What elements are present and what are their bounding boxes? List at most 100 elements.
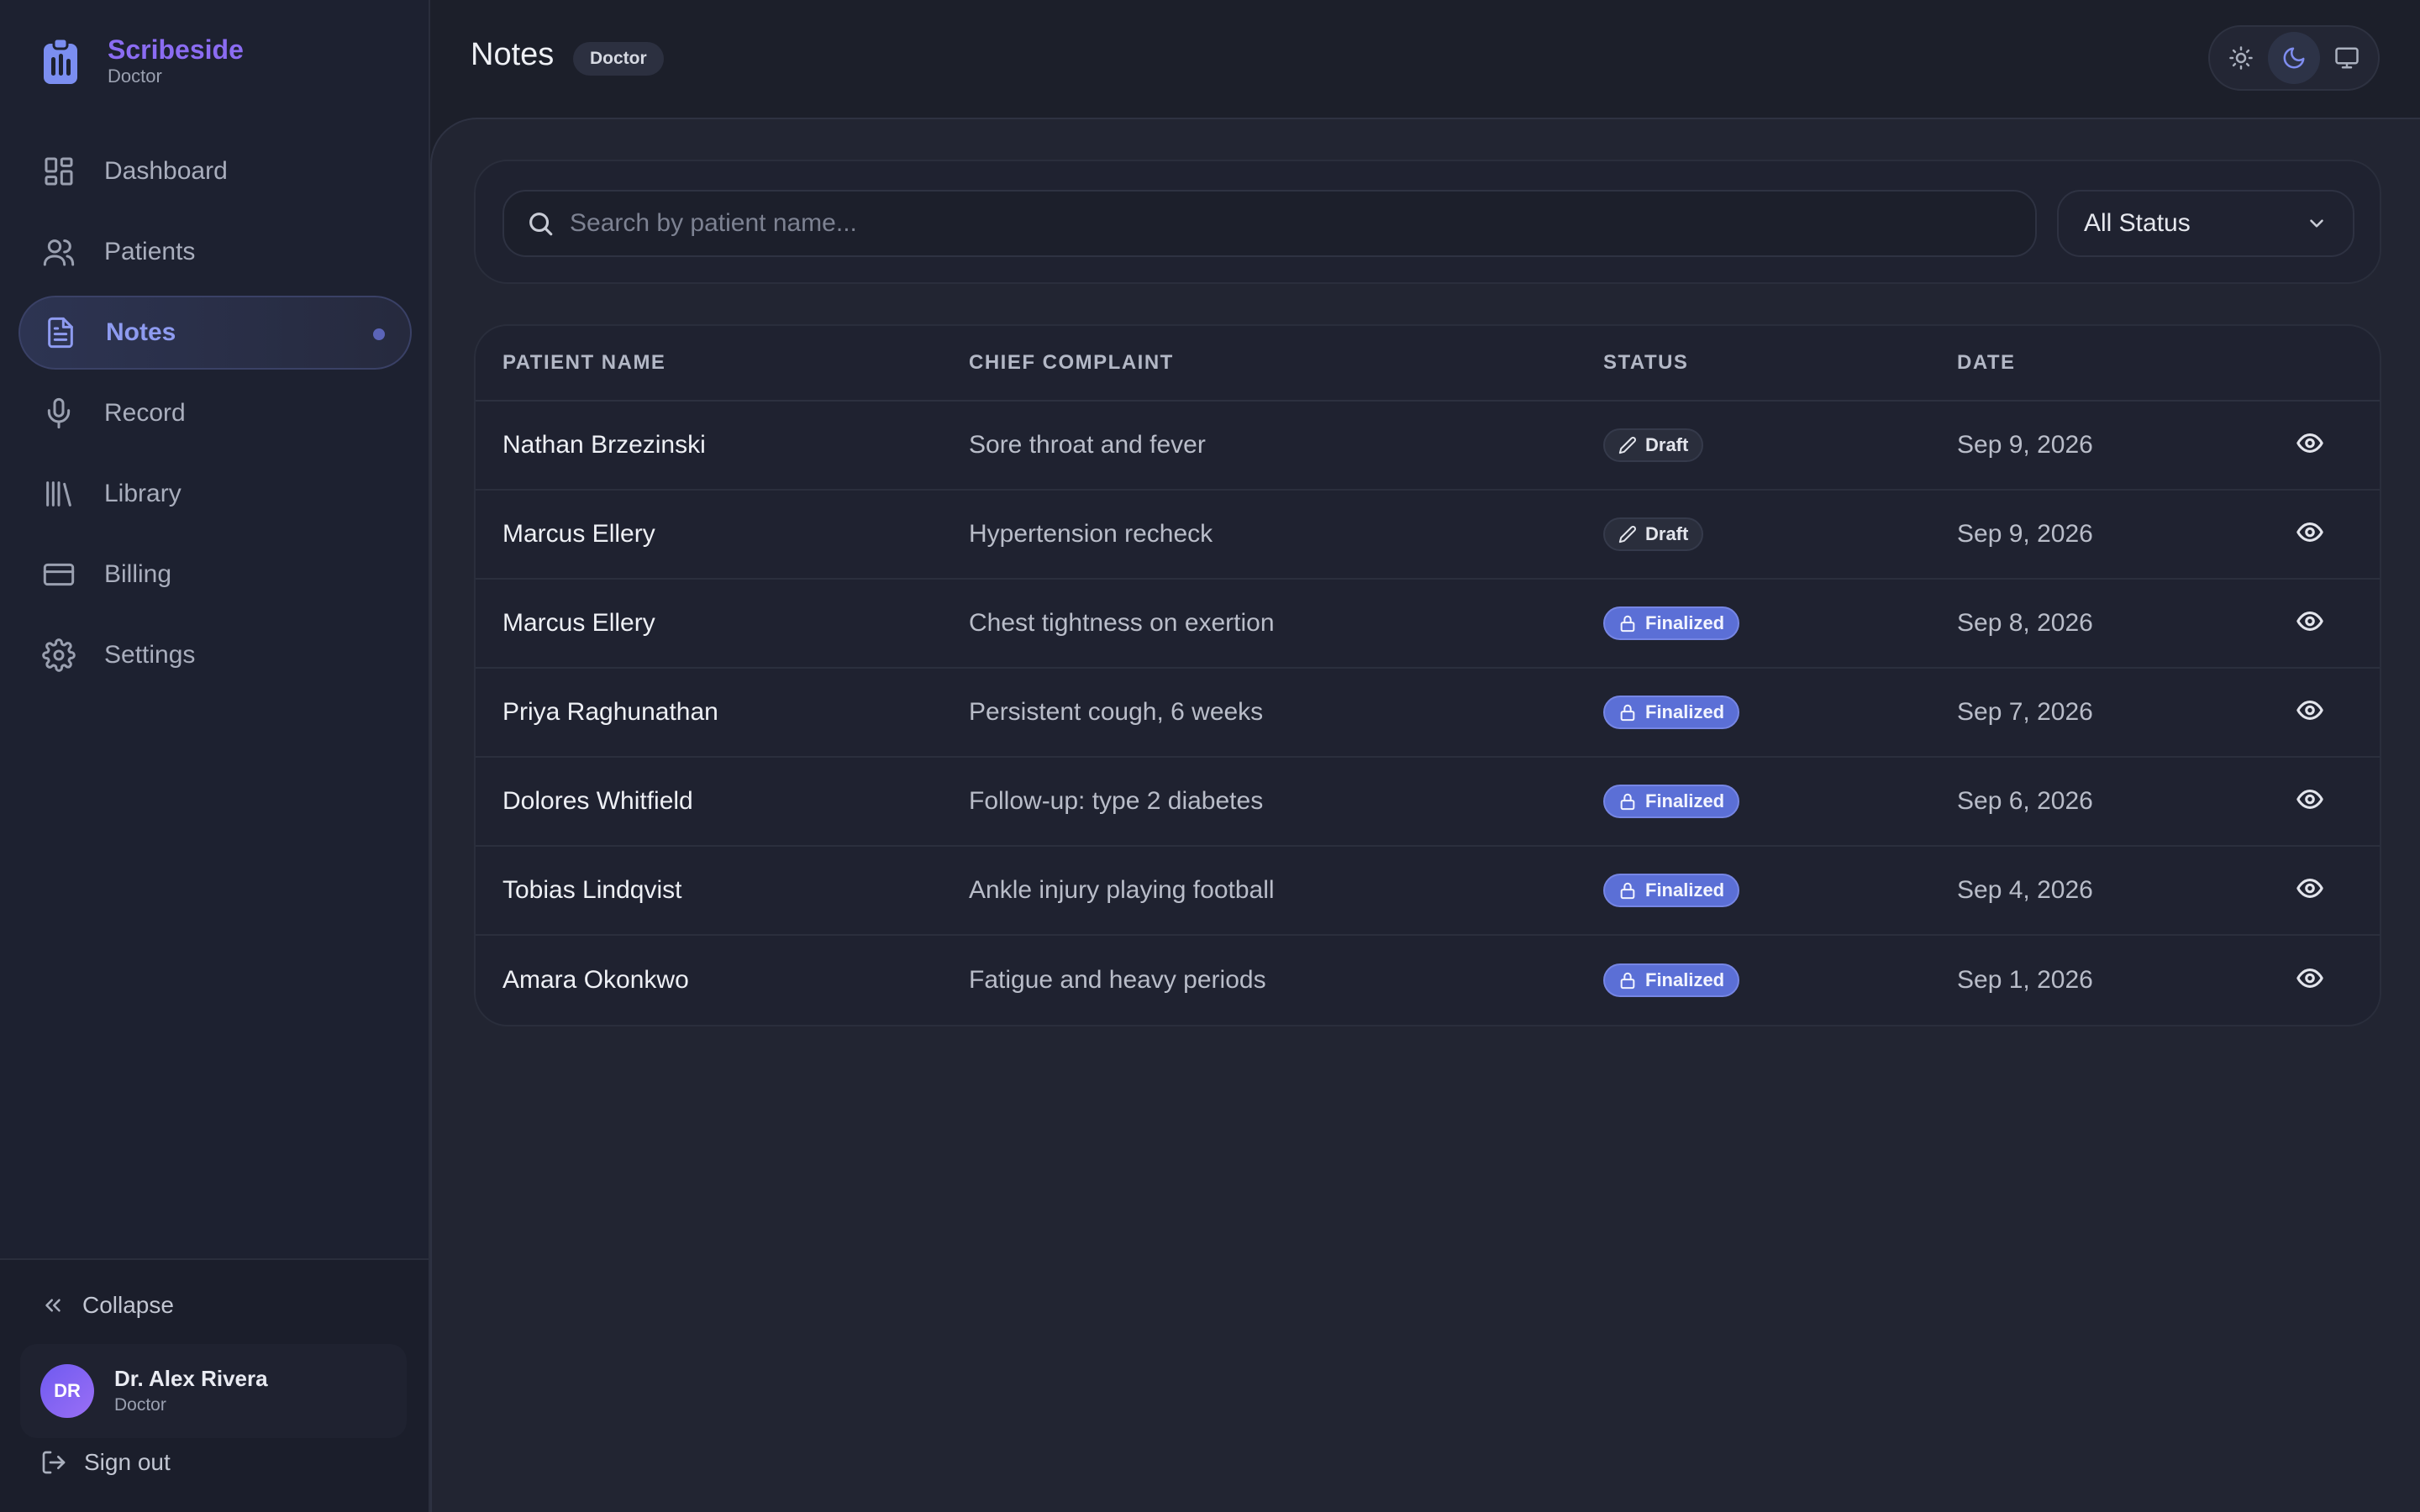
view-note-button[interactable] — [2296, 785, 2324, 818]
search-input[interactable] — [570, 209, 2035, 238]
sidebar-item-settings[interactable]: Settings — [18, 618, 412, 692]
log-out-icon — [42, 1451, 66, 1474]
view-note-button[interactable] — [2296, 607, 2324, 640]
avatar: DR — [40, 1364, 94, 1418]
sidebar-item-dashboard[interactable]: Dashboard — [18, 134, 412, 208]
main-panel: All Status PATIENT NAME CHIEF COMPLAINT … — [430, 118, 2420, 1512]
credit-card-icon — [43, 563, 75, 586]
pencil-icon — [1618, 437, 1636, 454]
status-badge: Finalized — [1603, 606, 1740, 640]
user-role: Doctor — [114, 1395, 166, 1415]
lock-icon — [1620, 882, 1635, 900]
status-label: Finalized — [1645, 790, 1725, 811]
chevrons-left-icon — [45, 1299, 60, 1312]
table-row[interactable]: Marcus Ellery Chest tightness on exertio… — [476, 580, 2380, 669]
status-label: Draft — [1645, 523, 1689, 544]
date-cell: Sep 1, 2026 — [1957, 966, 2093, 994]
patient-name-cell: Priya Raghunathan — [502, 698, 718, 726]
brand[interactable]: Scribeside Doctor — [42, 34, 244, 87]
view-note-button[interactable] — [2296, 518, 2324, 551]
sidebar-item-label: Billing — [104, 560, 172, 588]
lock-icon — [1620, 704, 1635, 722]
status-label: Draft — [1645, 434, 1689, 455]
table-row[interactable]: Marcus Ellery Hypertension recheck Draft… — [476, 491, 2380, 580]
sidebar: Scribeside Doctor Dashboard Patients Not… — [0, 0, 430, 1512]
date-cell: Sep 9, 2026 — [1957, 520, 2093, 548]
sidebar-item-label: Settings — [104, 641, 196, 669]
status-badge: Finalized — [1603, 785, 1740, 818]
sidebar-item-label: Patients — [104, 238, 196, 265]
collapse-button[interactable]: Collapse — [40, 1292, 174, 1319]
chief-complaint-cell: Chest tightness on exertion — [969, 609, 1275, 637]
theme-light-button[interactable] — [2215, 32, 2267, 84]
table-row[interactable]: Priya Raghunathan Persistent cough, 6 we… — [476, 669, 2380, 758]
sidebar-item-notes[interactable]: Notes — [18, 296, 412, 370]
status-label: Finalized — [1645, 969, 1725, 990]
role-badge: Doctor — [573, 42, 664, 76]
library-icon — [46, 481, 71, 507]
eye-icon — [2296, 433, 2323, 453]
sidebar-item-billing[interactable]: Billing — [18, 538, 412, 612]
eye-icon — [2296, 701, 2323, 720]
users-icon — [43, 239, 75, 266]
patient-name-cell: Marcus Ellery — [502, 520, 655, 548]
filter-bar: All Status — [474, 160, 2381, 284]
table-row[interactable]: Tobias Lindqvist Ankle injury playing fo… — [476, 847, 2380, 936]
chief-complaint-cell: Follow-up: type 2 diabetes — [969, 787, 1264, 815]
theme-dark-button[interactable] — [2267, 32, 2320, 84]
view-note-button[interactable] — [2296, 874, 2324, 907]
sign-out-button[interactable]: Sign out — [40, 1449, 171, 1476]
sun-icon — [2229, 46, 2254, 70]
sidebar-item-library[interactable]: Library — [18, 457, 412, 531]
sidebar-nav: Dashboard Patients Notes Record Library — [18, 134, 412, 699]
chief-complaint-cell: Sore throat and fever — [969, 431, 1206, 459]
table-row[interactable]: Dolores Whitfield Follow-up: type 2 diab… — [476, 758, 2380, 847]
table-body: Nathan Brzezinski Sore throat and fever … — [476, 402, 2380, 1025]
status-label: Finalized — [1645, 701, 1725, 722]
column-header-chief-complaint[interactable]: CHIEF COMPLAINT — [969, 351, 1174, 375]
status-badge: Finalized — [1603, 963, 1740, 997]
column-header-date[interactable]: DATE — [1957, 351, 2016, 375]
status-label: Finalized — [1645, 612, 1725, 633]
date-cell: Sep 7, 2026 — [1957, 698, 2093, 726]
status-filter-value: All Status — [2084, 209, 2191, 237]
table-row[interactable]: Amara Okonkwo Fatigue and heavy periods … — [476, 936, 2380, 1025]
status-label: Finalized — [1645, 879, 1725, 900]
eye-icon — [2296, 790, 2323, 809]
brand-subtitle: Doctor — [108, 66, 162, 87]
patient-name-cell: Marcus Ellery — [502, 609, 655, 637]
status-badge: Finalized — [1603, 874, 1740, 907]
active-indicator-dot — [373, 328, 385, 340]
dashboard-icon — [45, 157, 73, 186]
page-title: Notes — [471, 37, 555, 72]
sidebar-item-label: Notes — [106, 318, 176, 346]
column-header-status[interactable]: STATUS — [1603, 351, 1688, 375]
chief-complaint-cell: Ankle injury playing football — [969, 876, 1275, 904]
column-header-patient-name[interactable]: PATIENT NAME — [502, 351, 666, 375]
lock-icon — [1620, 972, 1635, 990]
chief-complaint-cell: Fatigue and heavy periods — [969, 966, 1266, 994]
lock-icon — [1620, 793, 1635, 811]
view-note-button[interactable] — [2296, 964, 2324, 997]
view-note-button[interactable] — [2296, 429, 2324, 462]
sidebar-footer: Collapse DR Dr. Alex Rivera Doctor Sign … — [0, 1258, 429, 1512]
search-box[interactable] — [502, 190, 2037, 257]
date-cell: Sep 4, 2026 — [1957, 876, 2093, 904]
view-note-button[interactable] — [2296, 696, 2324, 729]
sidebar-item-record[interactable]: Record — [18, 376, 412, 450]
file-text-icon — [48, 317, 73, 349]
date-cell: Sep 9, 2026 — [1957, 431, 2093, 459]
brand-text: Scribeside Doctor — [108, 34, 244, 87]
theme-system-button[interactable] — [2321, 32, 2373, 84]
lock-icon — [1620, 615, 1635, 633]
moon-icon — [2283, 47, 2305, 69]
clipboard-logo-icon — [44, 37, 77, 84]
sidebar-item-patients[interactable]: Patients — [18, 215, 412, 289]
sign-out-label: Sign out — [84, 1449, 171, 1475]
user-profile[interactable]: DR Dr. Alex Rivera Doctor — [20, 1344, 407, 1438]
notes-table: PATIENT NAME CHIEF COMPLAINT STATUS DATE… — [474, 324, 2381, 1026]
search-icon — [529, 213, 553, 236]
status-filter-select[interactable]: All Status — [2057, 190, 2354, 257]
table-row[interactable]: Nathan Brzezinski Sore throat and fever … — [476, 402, 2380, 491]
eye-icon — [2296, 969, 2323, 988]
